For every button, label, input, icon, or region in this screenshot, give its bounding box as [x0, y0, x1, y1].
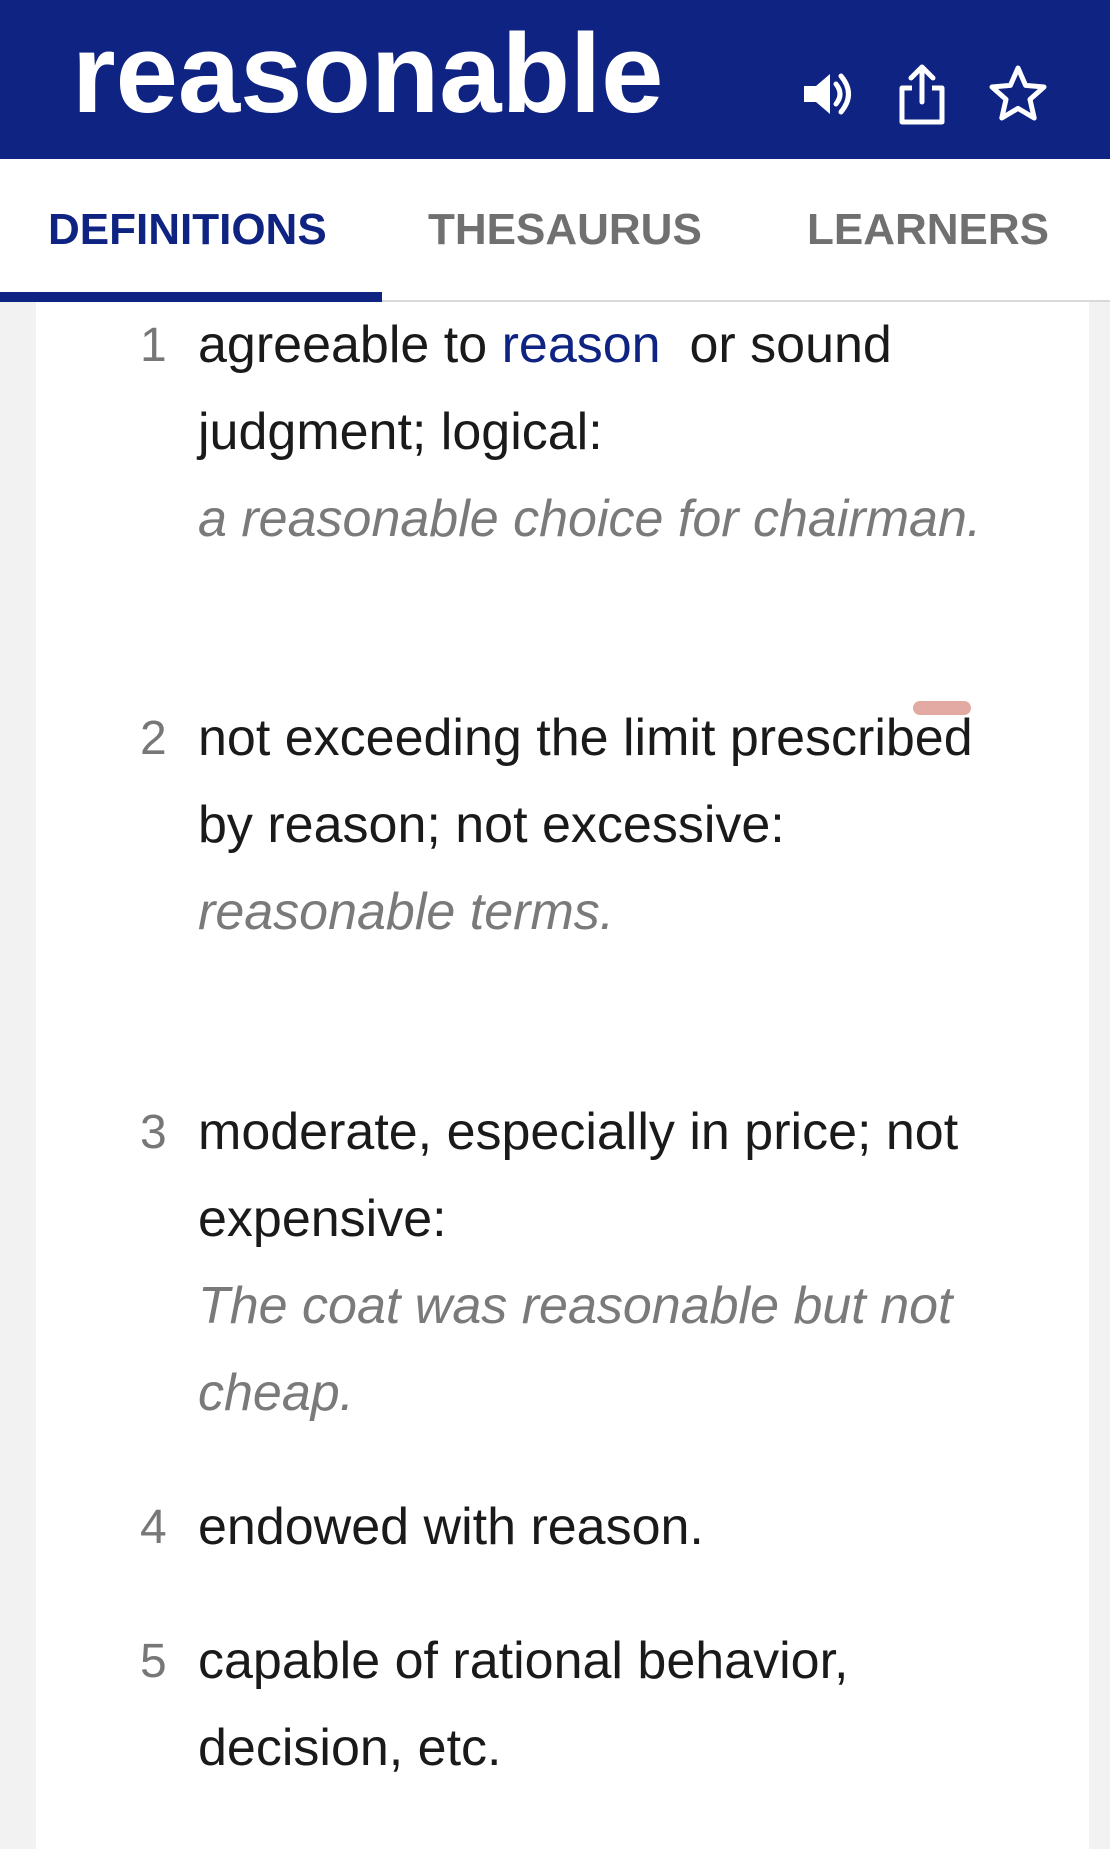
definition-text: capable of rational behavior, decision, … [198, 1632, 849, 1777]
tab-thesaurus[interactable]: THESAURUS [428, 159, 702, 300]
definition-text: endowed with reason. [198, 1498, 704, 1556]
definition-body: agreeable to reason or sound judgment; l… [198, 302, 1018, 563]
definition-text: not exceeding the limit prescribed by re… [198, 709, 973, 854]
tab-bar: DEFINITIONS THESAURUS LEARNERS [0, 159, 1110, 302]
active-tab-indicator [0, 292, 382, 302]
definition-example: reasonable terms. [198, 883, 615, 941]
definition-body: moderate, especially in price; not expen… [198, 1089, 1018, 1437]
definition-number: 5 [140, 1635, 167, 1688]
app-header: reasonable [0, 0, 1110, 159]
definition-number: 2 [140, 712, 167, 765]
highlight-mark [913, 701, 971, 715]
reason-link[interactable]: reason [502, 316, 661, 374]
definition-text: agreeable to reason or sound judgment; l… [198, 302, 1018, 476]
definition-text: moderate, especially in price; not expen… [198, 1103, 959, 1248]
definitions-card: 1 agreeable to reason or sound judgment;… [36, 302, 1089, 1849]
definition-example: a reasonable choice for chairman. [198, 490, 982, 548]
definition-body: capable of rational behavior, decision, … [198, 1618, 1018, 1792]
definition-body: not exceeding the limit prescribed by re… [198, 695, 1018, 956]
definition-text-before: agreeable to [198, 316, 502, 374]
tab-learners[interactable]: LEARNERS [807, 159, 1049, 300]
definition-number: 4 [140, 1501, 167, 1554]
definition-number: 3 [140, 1106, 167, 1159]
speaker-icon[interactable] [796, 62, 860, 126]
share-icon[interactable] [890, 62, 954, 126]
headword: reasonable [72, 11, 664, 136]
tab-definitions[interactable]: DEFINITIONS [48, 159, 327, 300]
definition-number: 1 [140, 319, 167, 372]
definition-example: The coat was reasonable but not cheap. [198, 1277, 953, 1422]
definition-body: endowed with reason. [198, 1484, 1018, 1571]
star-icon[interactable] [986, 62, 1050, 126]
